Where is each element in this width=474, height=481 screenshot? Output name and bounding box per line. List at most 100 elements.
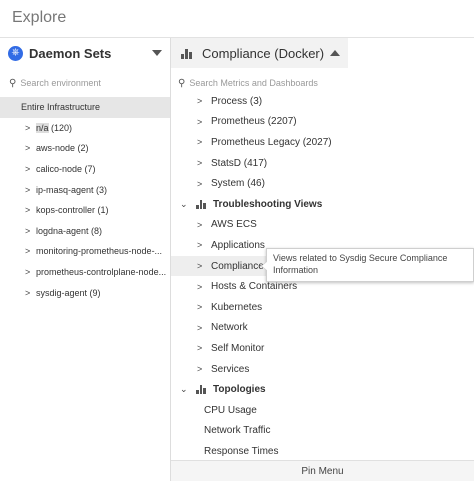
scope-panel: ⎈ Daemon Sets ⚲ Entire Infrastructure > … [0, 38, 171, 481]
metrics-item-response-times[interactable]: Response Times [171, 441, 474, 462]
scope-item-aws-node[interactable]: > aws-node (2) [0, 138, 170, 159]
scope-item-na[interactable]: > n/a (120) [0, 118, 170, 139]
scope-item-label: sysdig-agent (9) [36, 287, 101, 298]
chevron-right-icon[interactable]: > [197, 240, 207, 250]
metrics-item-label: Process (3) [211, 95, 263, 107]
metrics-item-self-monitor[interactable]: > Self Monitor [171, 338, 474, 359]
compliance-tooltip: Views related to Sysdig Secure Complianc… [261, 248, 474, 282]
metrics-item-label: Self Monitor [211, 342, 265, 354]
chevron-right-icon[interactable]: > [25, 288, 35, 298]
search-icon: ⚲ [9, 77, 17, 89]
chevron-right-icon[interactable]: > [25, 123, 35, 133]
bar-chart-icon [181, 48, 193, 59]
metrics-item-label: Compliance [211, 260, 264, 272]
metrics-item-cpu-usage[interactable]: CPU Usage [171, 400, 474, 421]
metrics-item-system[interactable]: > System (46) [171, 173, 474, 194]
scope-item-ip-masq-agent[interactable]: > ip-masq-agent (3) [0, 179, 170, 200]
metrics-group-label: Troubleshooting Views [213, 198, 323, 210]
scope-tree: Entire Infrastructure > n/a (120) > aws-… [0, 97, 170, 303]
scope-item-label: ip-masq-agent (3) [36, 184, 108, 195]
metrics-menu-toggle[interactable]: Compliance (Docker) [171, 38, 348, 68]
chevron-right-icon[interactable]: > [197, 117, 207, 127]
chevron-right-icon[interactable]: > [197, 158, 207, 168]
bar-chart-icon [196, 385, 207, 395]
bar-chart-icon [196, 199, 207, 209]
page-title: Explore [12, 9, 67, 26]
caret-up-icon[interactable] [330, 50, 340, 56]
metrics-search-input[interactable] [189, 78, 460, 88]
chevron-right-icon[interactable]: > [25, 246, 35, 256]
scope-item-label: calico-node (7) [36, 164, 96, 175]
metrics-item-label: System (46) [211, 178, 265, 190]
metrics-item-label: Applications [211, 239, 265, 251]
scope-item-label: kops-controller (1) [36, 205, 109, 216]
environment-search: ⚲ [0, 74, 170, 92]
scope-item-sysdig-agent[interactable]: > sysdig-agent (9) [0, 282, 170, 303]
scope-item-monitoring-prometheus-node[interactable]: > monitoring-prometheus-node-... [0, 241, 170, 262]
metrics-search: ⚲ [171, 74, 474, 92]
chevron-down-icon[interactable]: ⌄ [180, 199, 190, 210]
scope-item-label: prometheus-controlplane-node... [36, 267, 167, 278]
metrics-item-label: CPU Usage [204, 404, 257, 416]
metrics-item-label: Prometheus Legacy (2027) [211, 136, 332, 148]
metrics-item-prometheus-legacy[interactable]: > Prometheus Legacy (2027) [171, 132, 474, 153]
metrics-group-troubleshooting-views[interactable]: ⌄ Troubleshooting Views [171, 194, 474, 215]
kubernetes-icon: ⎈ [8, 45, 23, 61]
chevron-right-icon[interactable]: > [197, 323, 207, 333]
metrics-item-label: StatsD (417) [211, 157, 268, 169]
chevron-right-icon[interactable]: > [197, 179, 207, 189]
chevron-right-icon[interactable]: > [25, 226, 35, 236]
scope-item-label-count: (120) [48, 122, 73, 133]
scope-item-label: logdna-agent (8) [36, 225, 103, 236]
scope-item-label: Entire Infrastructure [21, 102, 101, 113]
scope-item-entire-infrastructure[interactable]: Entire Infrastructure [0, 97, 170, 118]
metrics-item-network[interactable]: > Network [171, 318, 474, 339]
metrics-item-label: Prometheus (2207) [211, 116, 297, 128]
pin-menu-button[interactable]: Pin Menu [171, 460, 474, 481]
scope-item-prometheus-controlplane-node[interactable]: > prometheus-controlplane-node... [0, 262, 170, 283]
metrics-item-statsd[interactable]: > StatsD (417) [171, 153, 474, 174]
chevron-right-icon[interactable]: > [197, 96, 207, 106]
scope-item-kops-controller[interactable]: > kops-controller (1) [0, 200, 170, 221]
scope-item-label: monitoring-prometheus-node-... [36, 246, 163, 257]
metrics-item-aws-ecs[interactable]: > AWS ECS [171, 215, 474, 236]
scope-selector[interactable]: ⎈ Daemon Sets [0, 38, 170, 68]
metrics-item-label: Response Times [204, 445, 279, 457]
environment-search-input[interactable] [20, 78, 161, 88]
scope-item-label-highlight: n/a [36, 122, 49, 133]
chevron-right-icon[interactable]: > [197, 364, 207, 374]
metrics-item-label: Hosts & Containers [211, 281, 298, 293]
metrics-group-topologies[interactable]: ⌄ Topologies [171, 379, 474, 400]
metrics-menu-title: Compliance (Docker) [202, 45, 325, 61]
chevron-right-icon[interactable]: > [197, 137, 207, 147]
scope-selector-label: Daemon Sets [29, 45, 112, 61]
chevron-right-icon[interactable]: > [25, 164, 35, 174]
metrics-item-services[interactable]: > Services [171, 359, 474, 380]
metrics-item-label: Network Traffic [204, 425, 271, 437]
metrics-item-prometheus[interactable]: > Prometheus (2207) [171, 112, 474, 133]
metrics-item-label: AWS ECS [211, 219, 257, 231]
chevron-right-icon[interactable]: > [197, 302, 207, 312]
metrics-item-kubernetes[interactable]: > Kubernetes [171, 297, 474, 318]
chevron-right-icon[interactable]: > [197, 343, 207, 353]
chevron-right-icon[interactable]: > [25, 185, 35, 195]
scope-item-label: aws-node (2) [36, 143, 89, 154]
chevron-right-icon[interactable]: > [25, 267, 35, 277]
chevron-right-icon[interactable]: > [25, 143, 35, 153]
scope-item-logdna-agent[interactable]: > logdna-agent (8) [0, 221, 170, 242]
metrics-item-network-traffic[interactable]: Network Traffic [171, 421, 474, 442]
metrics-item-label: Services [211, 363, 250, 375]
caret-down-icon[interactable] [152, 50, 162, 56]
metrics-item-process[interactable]: > Process (3) [171, 91, 474, 112]
chevron-right-icon[interactable]: > [197, 261, 207, 271]
chevron-right-icon[interactable]: > [25, 205, 35, 215]
chevron-right-icon[interactable]: > [197, 282, 207, 292]
search-icon: ⚲ [178, 77, 186, 89]
app-header: Explore [0, 0, 474, 38]
scope-item-calico-node[interactable]: > calico-node (7) [0, 159, 170, 180]
metrics-item-label: Kubernetes [211, 301, 263, 313]
chevron-down-icon[interactable]: ⌄ [180, 384, 190, 395]
metrics-item-label: Network [211, 322, 248, 334]
chevron-right-icon[interactable]: > [197, 220, 207, 230]
metrics-group-label: Topologies [213, 384, 266, 396]
